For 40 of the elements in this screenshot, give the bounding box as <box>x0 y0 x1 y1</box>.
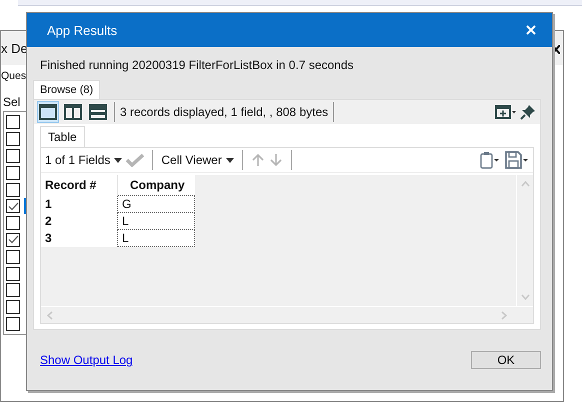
add-window-icon[interactable] <box>495 105 517 119</box>
checkbox[interactable] <box>6 300 20 314</box>
fields-dropdown[interactable]: 1 of 1 Fields <box>45 153 110 167</box>
checkbox[interactable] <box>6 250 20 264</box>
checkbox[interactable] <box>6 166 20 180</box>
caret-icon[interactable] <box>226 158 234 162</box>
tab[interactable]: Browse (8) <box>33 80 100 99</box>
ok-button[interactable]: OK <box>471 351 541 369</box>
table-cell: L <box>122 231 129 245</box>
checkbox[interactable] <box>6 132 20 146</box>
layout-button[interactable] <box>62 101 84 123</box>
clipboard-icon[interactable] <box>479 151 501 169</box>
layout-button[interactable] <box>87 101 109 123</box>
layout-button[interactable] <box>37 101 59 123</box>
checkbox[interactable] <box>6 148 20 163</box>
tab[interactable]: Ques <box>1 70 26 82</box>
pin-icon[interactable] <box>520 104 536 120</box>
check-icon[interactable] <box>126 153 144 167</box>
row-number: 3 <box>45 231 52 245</box>
checkbox[interactable] <box>6 115 20 130</box>
show-output-log-link[interactable]: Show Output Log <box>40 353 133 367</box>
checkbox[interactable] <box>6 216 20 230</box>
records-summary: 3 records displayed, 1 field, , 808 bytes <box>120 105 328 119</box>
status-message: Finished running 20200319 FilterForListBox in 0.7 seconds <box>39 57 355 73</box>
table-cell: G <box>122 197 132 211</box>
checkbox[interactable] <box>6 283 20 298</box>
table-cell: L <box>122 214 129 228</box>
checkbox[interactable] <box>6 266 20 281</box>
checkbox[interactable] <box>6 182 20 197</box>
row-number: 1 <box>45 197 52 211</box>
tab[interactable]: Table <box>40 126 85 147</box>
list-label: Sel <box>3 95 20 109</box>
checkbox[interactable] <box>6 232 20 247</box>
row-number: 2 <box>45 214 52 228</box>
checkbox[interactable] <box>6 199 20 214</box>
checkbox[interactable] <box>6 316 20 331</box>
dialog-title: App Results <box>47 22 118 38</box>
caret-icon[interactable] <box>114 158 122 162</box>
cell-viewer-dropdown[interactable]: Cell Viewer <box>161 153 222 167</box>
save-icon[interactable] <box>505 151 529 169</box>
